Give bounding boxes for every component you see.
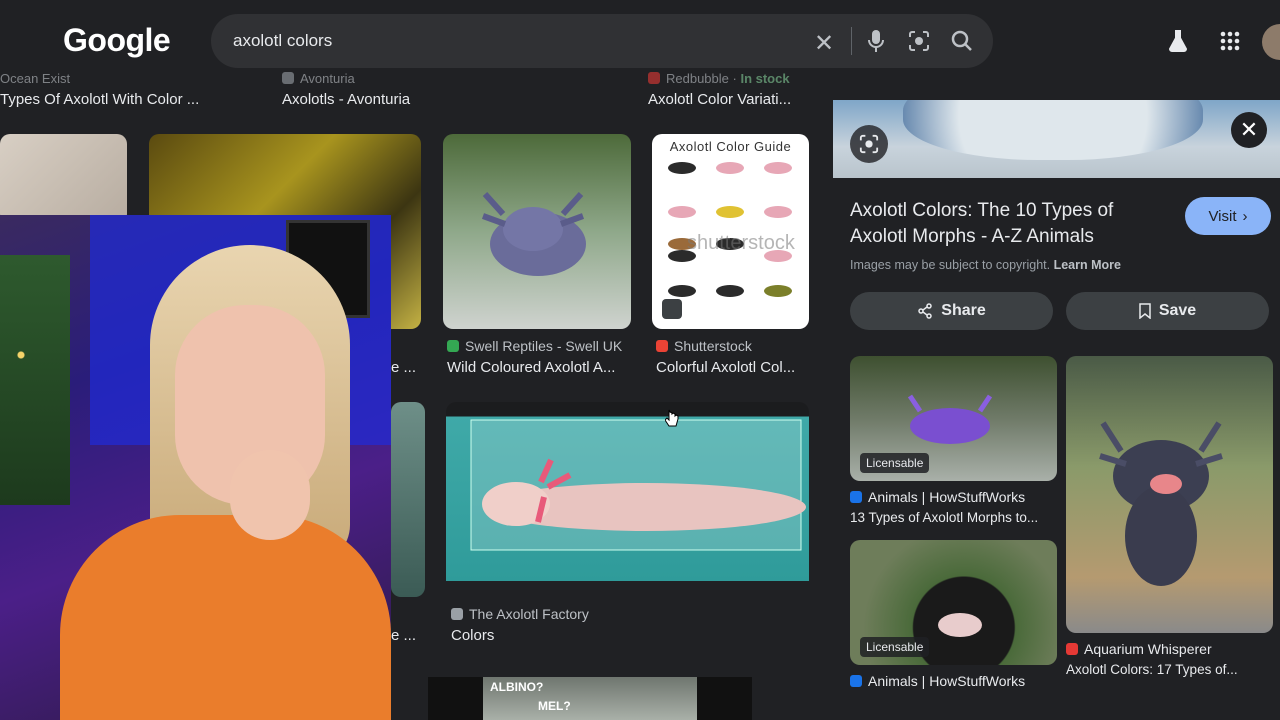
result-image[interactable] xyxy=(391,402,425,597)
visit-label: Visit xyxy=(1208,207,1237,225)
labs-icon[interactable] xyxy=(1168,30,1188,57)
result-title[interactable]: Axolotl Color Variati... xyxy=(648,91,791,108)
result-image-axolotl-pink[interactable] xyxy=(446,402,809,581)
save-label: Save xyxy=(1158,302,1197,319)
share-label: Share xyxy=(941,302,986,319)
result-source: The Axolotl Factory xyxy=(451,606,589,622)
result-source: Avonturia xyxy=(282,71,355,86)
related-source: Animals | HowStuffWorks xyxy=(850,489,1025,505)
copyright-notice: Images may be subject to copyright. Lear… xyxy=(850,258,1121,272)
result-source: Ocean Exist xyxy=(0,71,71,86)
share-button[interactable]: Share xyxy=(850,292,1053,330)
bookmark-icon xyxy=(1139,303,1151,319)
partial-title[interactable]: e ... xyxy=(391,627,416,644)
licensable-badge: Licensable xyxy=(860,637,930,657)
result-image-color-guide[interactable]: Axolotl Color Guide shutterstock xyxy=(652,134,809,329)
related-title[interactable]: Axolotl Colors: 17 Types of... xyxy=(1066,662,1238,677)
share-icon xyxy=(918,303,933,319)
chevron-right-icon: › xyxy=(1242,207,1248,225)
image-caption: MEL? xyxy=(538,699,571,713)
related-image[interactable]: Licensable xyxy=(850,356,1057,481)
panel-title[interactable]: Axolotl Colors: The 10 Types of Axolotl … xyxy=(850,198,1170,250)
lens-icon[interactable] xyxy=(908,30,930,57)
stock-badge: In stock xyxy=(740,71,790,86)
color-guide-title: Axolotl Color Guide xyxy=(669,139,792,154)
result-image[interactable] xyxy=(0,134,127,224)
result-image-bottom[interactable]: ALBINO? MEL? xyxy=(428,677,752,720)
related-source: Aquarium Whisperer xyxy=(1066,641,1212,657)
licensable-badge: Licensable xyxy=(860,453,930,473)
image-caption: ALBINO? xyxy=(490,680,544,694)
result-title[interactable]: Colors xyxy=(451,627,494,644)
lens-icon[interactable] xyxy=(850,125,888,163)
mouse-cursor-icon xyxy=(664,409,679,432)
apps-icon[interactable] xyxy=(1220,31,1240,56)
preview-image[interactable] xyxy=(833,100,1280,178)
result-title[interactable]: Axolotls - Avonturia xyxy=(282,91,410,108)
result-title[interactable]: Types Of Axolotl With Color ... xyxy=(0,91,199,108)
learn-more-link[interactable]: Learn More xyxy=(1054,258,1121,272)
related-source: Animals | HowStuffWorks xyxy=(850,673,1025,689)
avatar[interactable] xyxy=(1262,24,1280,60)
search-input[interactable]: axolotl colors xyxy=(233,31,332,51)
visit-button[interactable]: Visit › xyxy=(1185,197,1271,235)
close-icon[interactable]: ✕ xyxy=(814,29,834,58)
search-box[interactable]: axolotl colors ✕ xyxy=(211,14,993,68)
result-source: Swell Reptiles - Swell UK xyxy=(447,338,622,354)
result-source: Shutterstock xyxy=(656,338,752,354)
search-icon[interactable] xyxy=(951,30,973,57)
related-image[interactable] xyxy=(1066,356,1273,633)
close-icon[interactable]: ✕ xyxy=(1231,112,1267,148)
preview-panel: ✕ Axolotl Colors: The 10 Types of Axolot… xyxy=(833,100,1280,720)
watermark: shutterstock xyxy=(687,232,795,254)
partial-title[interactable]: e ... xyxy=(391,359,416,376)
related-title[interactable]: 13 Types of Axolotl Morphs to... xyxy=(850,510,1038,525)
top-bar: Google axolotl colors ✕ xyxy=(0,0,1280,78)
result-source: Redbubble · In stock xyxy=(648,71,790,86)
image-badge-icon xyxy=(662,299,682,319)
result-title[interactable]: Colorful Axolotl Col... xyxy=(656,359,795,376)
google-logo[interactable]: Google xyxy=(63,22,171,59)
related-image[interactable]: Licensable xyxy=(850,540,1057,665)
mic-icon[interactable] xyxy=(867,29,885,58)
webcam-overlay xyxy=(0,215,391,720)
search-divider xyxy=(851,27,852,55)
save-button[interactable]: Save xyxy=(1066,292,1269,330)
axolotl-illustration xyxy=(481,191,586,276)
result-title[interactable]: Wild Coloured Axolotl A... xyxy=(447,359,615,376)
axolotl-illustration xyxy=(470,419,806,551)
result-image-axolotl-blue[interactable] xyxy=(443,134,631,329)
